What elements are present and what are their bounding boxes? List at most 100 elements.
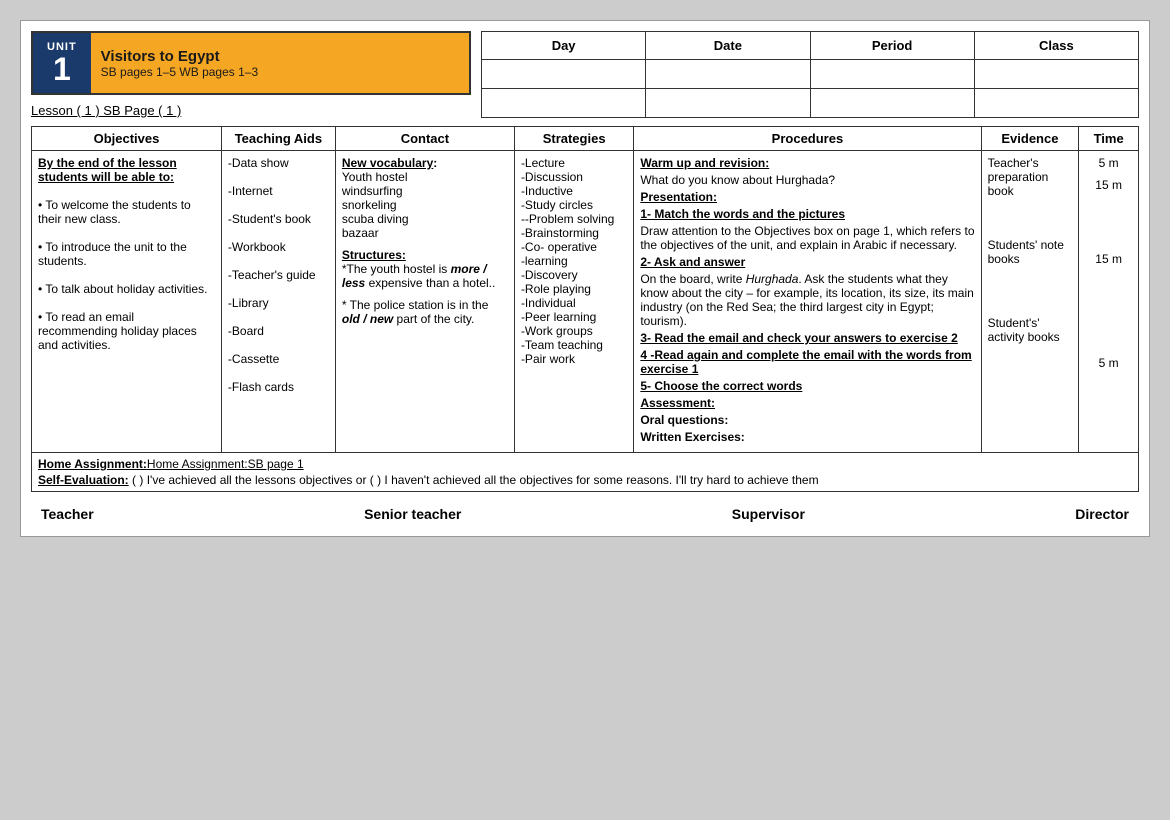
period-header: Period	[810, 32, 974, 60]
th-time: Time	[1079, 127, 1139, 151]
signatories: Teacher Senior teacher Supervisor Direct…	[31, 502, 1139, 526]
aid-6: -Library	[228, 296, 329, 310]
main-table: Objectives Teaching Aids Contact Strateg…	[31, 126, 1139, 453]
aid-3: -Student's book	[228, 212, 329, 226]
self-evaluation: Self-Evaluation: ( ) I've achieved all t…	[38, 473, 1132, 487]
strat-13: -Work groups	[521, 324, 627, 338]
strat-1: -Lecture	[521, 156, 627, 170]
senior-sig: Senior teacher	[364, 506, 461, 522]
objective-3: • To talk about holiday activities.	[38, 282, 215, 296]
warm-up-text: What do you know about Hurghada?	[640, 173, 974, 187]
date-cell-2	[646, 89, 810, 118]
step-2-label: 2- Ask and answer	[640, 255, 974, 269]
th-evidence: Evidence	[981, 127, 1079, 151]
unit-subtitle: SB pages 1–5 WB pages 1–3	[101, 65, 459, 79]
step-3-label: 3- Read the email and check your answers…	[640, 331, 974, 345]
time-4: 5 m	[1085, 356, 1132, 370]
class-cell-1	[974, 60, 1138, 89]
header-section: UNIT 1 Visitors to Egypt SB pages 1–5 WB…	[31, 31, 1139, 118]
date-header: Date	[646, 32, 810, 60]
step-1-text: Draw attention to the Objectives box on …	[640, 224, 974, 252]
strat-8: -learning	[521, 254, 627, 268]
struct-header: Structures:	[342, 248, 508, 262]
strategies-cell: -Lecture -Discussion -Inductive -Study c…	[514, 151, 633, 453]
th-objectives: Objectives	[32, 127, 222, 151]
step-1-label: 1- Match the words and the pictures	[640, 207, 974, 221]
step-2-text: On the board, write Hurghada. Ask the st…	[640, 272, 974, 328]
aid-1: -Data show	[228, 156, 329, 170]
strat-10: -Role playing	[521, 282, 627, 296]
aid-8: -Cassette	[228, 352, 329, 366]
teacher-sig: Teacher	[41, 506, 94, 522]
date-cell-1	[646, 60, 810, 89]
assessment-label: Assessment:	[640, 396, 974, 410]
period-cell-2	[810, 89, 974, 118]
vocab-3: snorkeling	[342, 198, 508, 212]
presentation-label: Presentation:	[640, 190, 974, 204]
time-cell: 5 m 15 m 15 m 5 m	[1079, 151, 1139, 453]
lesson-plan-page: UNIT 1 Visitors to Egypt SB pages 1–5 WB…	[20, 20, 1150, 537]
strat-14: -Team teaching	[521, 338, 627, 352]
vocab-items: Youth hostel windsurfing snorkeling scub…	[342, 170, 508, 240]
th-procedures: Procedures	[634, 127, 981, 151]
strat-5: --Problem solving	[521, 212, 627, 226]
aid-2: -Internet	[228, 184, 329, 198]
oral-label: Oral questions:	[640, 413, 974, 427]
objectives-intro: By the end of the lesson students will b…	[38, 156, 215, 184]
th-strategies: Strategies	[514, 127, 633, 151]
evidence-2: Students' note books	[988, 238, 1073, 266]
objective-2: • To introduce the unit to the students.	[38, 240, 215, 268]
strat-12: -Peer learning	[521, 310, 627, 324]
vocab-header: New vocabulary:	[342, 156, 508, 170]
step-5-label: 5- Choose the correct words	[640, 379, 974, 393]
strat-11: -Individual	[521, 296, 627, 310]
lesson-line: Lesson ( 1 ) SB Page ( 1 )	[31, 103, 471, 118]
struct-1: *The youth hostel is more / less expensi…	[342, 262, 508, 290]
contact-cell: New vocabulary: Youth hostel windsurfing…	[335, 151, 514, 453]
time-3: 15 m	[1085, 252, 1132, 266]
vocab-5: bazaar	[342, 226, 508, 240]
aid-4: -Workbook	[228, 240, 329, 254]
procedures-cell: Warm up and revision: What do you know a…	[634, 151, 981, 453]
teaching-aids-cell: -Data show -Internet -Student's book -Wo…	[221, 151, 335, 453]
unit-title-box: Visitors to Egypt SB pages 1–5 WB pages …	[91, 33, 469, 93]
footer-section: Home Assignment:Home Assignment:SB page …	[31, 453, 1139, 492]
strat-9: -Discovery	[521, 268, 627, 282]
step-4-label: 4 -Read again and complete the email wit…	[640, 348, 974, 376]
strat-3: -Inductive	[521, 184, 627, 198]
unit-number-box: UNIT 1	[33, 33, 91, 93]
objective-1: • To welcome the students to their new c…	[38, 198, 215, 226]
objectives-cell: By the end of the lesson students will b…	[32, 151, 222, 453]
class-header: Class	[974, 32, 1138, 60]
day-cell-1	[482, 60, 646, 89]
aid-7: -Board	[228, 324, 329, 338]
aid-9: -Flash cards	[228, 380, 329, 394]
evidence-3: Student's' activity books	[988, 316, 1073, 344]
unit-title: Visitors to Egypt	[101, 48, 459, 65]
th-contact: Contact	[335, 127, 514, 151]
main-row: By the end of the lesson students will b…	[32, 151, 1139, 453]
th-teaching-aids: Teaching Aids	[221, 127, 335, 151]
class-cell-2	[974, 89, 1138, 118]
aid-5: -Teacher's guide	[228, 268, 329, 282]
strat-4: -Study circles	[521, 198, 627, 212]
written-label: Written Exercises:	[640, 430, 974, 444]
unit-box: UNIT 1 Visitors to Egypt SB pages 1–5 WB…	[31, 31, 471, 95]
time-1: 5 m	[1085, 156, 1132, 170]
info-row-1	[482, 60, 1139, 89]
director-sig: Director	[1075, 506, 1129, 522]
strat-2: -Discussion	[521, 170, 627, 184]
info-table: Day Date Period Class	[481, 31, 1139, 118]
home-assignment: Home Assignment:Home Assignment:SB page …	[38, 457, 1132, 471]
warm-up-label: Warm up and revision:	[640, 156, 974, 170]
day-header: Day	[482, 32, 646, 60]
evidence-cell: Teacher's preparation book Students' not…	[981, 151, 1079, 453]
day-cell-2	[482, 89, 646, 118]
period-cell-1	[810, 60, 974, 89]
info-row-2	[482, 89, 1139, 118]
vocab-1: Youth hostel	[342, 170, 508, 184]
strat-6: -Brainstorming	[521, 226, 627, 240]
strat-7: -Co- operative	[521, 240, 627, 254]
unit-number: 1	[53, 53, 71, 85]
vocab-4: scuba diving	[342, 212, 508, 226]
